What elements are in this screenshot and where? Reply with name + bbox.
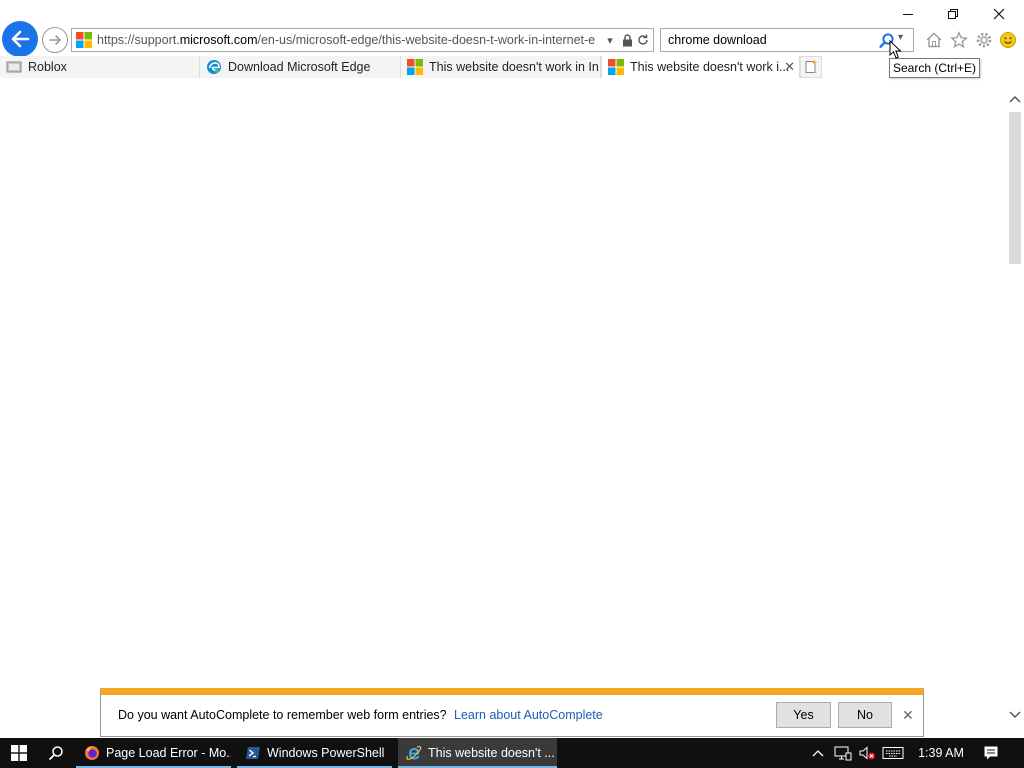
firefox-icon — [85, 746, 99, 760]
arrow-left-icon — [11, 30, 30, 48]
tools-button[interactable] — [973, 29, 995, 51]
search-box[interactable]: chrome download ▾ — [660, 28, 914, 52]
microsoft-logo-icon — [608, 59, 624, 75]
star-icon — [950, 31, 968, 49]
keyboard-button[interactable] — [880, 738, 906, 768]
vertical-scrollbar[interactable] — [1006, 88, 1024, 726]
tab-website-doesnt-work-2[interactable]: This website doesn't work i... ✕ — [601, 56, 800, 78]
scroll-up-icon[interactable] — [1009, 92, 1021, 106]
powershell-icon — [246, 747, 260, 759]
arrow-right-icon — [49, 35, 61, 45]
microsoft-logo-icon — [76, 32, 92, 48]
new-tab-icon — [805, 60, 818, 73]
start-button[interactable] — [0, 738, 38, 768]
windows-logo-icon — [11, 745, 27, 761]
mouse-cursor-icon — [889, 40, 902, 59]
address-bar[interactable]: https://support.microsoft.com/en-us/micr… — [71, 28, 654, 52]
action-center-button[interactable] — [978, 738, 1004, 768]
clock[interactable]: 1:39 AM — [910, 738, 972, 768]
learn-autocomplete-link[interactable]: Learn about AutoComplete — [454, 708, 603, 722]
volume-muted-icon — [859, 746, 875, 760]
address-dropdown-icon[interactable]: ▾ — [603, 32, 617, 48]
scroll-down-icon[interactable] — [1009, 708, 1021, 722]
minimize-button[interactable] — [893, 2, 923, 26]
refresh-icon[interactable] — [636, 32, 650, 48]
notification-icon — [984, 746, 998, 760]
tab-label: This website doesn't work in In... — [429, 60, 601, 74]
forward-button[interactable] — [42, 27, 68, 53]
home-button[interactable] — [923, 29, 945, 51]
search-tooltip: Search (Ctrl+E) — [889, 58, 980, 78]
taskbar-app-label: Windows PowerShell — [267, 746, 385, 760]
page-content — [0, 78, 1006, 738]
tab-download-edge[interactable]: Download Microsoft Edge — [200, 56, 401, 78]
favorites-button[interactable] — [948, 29, 970, 51]
tab-strip: Roblox Download Microsoft Edge This webs… — [0, 56, 1024, 78]
taskbar-app-internet-explorer[interactable]: This website doesn't ... — [398, 738, 557, 768]
browser-toolbar: https://support.microsoft.com/en-us/micr… — [0, 0, 1024, 57]
taskbar-app-label: This website doesn't ... — [428, 746, 555, 760]
smiley-icon — [1000, 32, 1016, 48]
tab-label: Download Microsoft Edge — [228, 60, 371, 74]
tab-label: Roblox — [28, 60, 67, 74]
chevron-up-icon — [812, 750, 824, 757]
no-button[interactable]: No — [838, 702, 892, 728]
scrollbar-thumb[interactable] — [1009, 112, 1021, 264]
close-notification-icon[interactable]: ✕ — [902, 707, 914, 724]
taskbar-app-firefox[interactable]: Page Load Error - Mo... — [76, 738, 231, 768]
url-text: https://support.microsoft.com/en-us/micr… — [97, 33, 596, 47]
network-icon — [834, 746, 852, 761]
taskbar-app-label: Page Load Error - Mo... — [106, 746, 231, 760]
close-window-button[interactable] — [984, 2, 1014, 26]
autocomplete-notification: Do you want AutoComplete to remember web… — [100, 688, 924, 737]
new-tab-button[interactable] — [800, 56, 822, 78]
volume-button[interactable] — [856, 738, 878, 768]
microsoft-logo-icon — [407, 59, 423, 75]
tab-website-doesnt-work-1[interactable]: This website doesn't work in In... — [401, 56, 601, 78]
close-icon — [993, 8, 1005, 20]
taskbar: Page Load Error - Mo... Windows PowerShe… — [0, 738, 1024, 768]
yes-button[interactable]: Yes — [776, 702, 831, 728]
keyboard-icon — [882, 747, 904, 759]
roblox-icon — [6, 61, 22, 73]
internet-explorer-icon — [406, 746, 422, 760]
taskbar-app-powershell[interactable]: Windows PowerShell — [237, 738, 392, 768]
restore-button[interactable] — [938, 2, 968, 26]
search-input[interactable]: chrome download — [668, 33, 767, 47]
taskbar-search-button[interactable] — [38, 738, 74, 768]
notification-message: Do you want AutoComplete to remember web… — [118, 708, 447, 722]
network-button[interactable] — [832, 738, 854, 768]
back-button[interactable] — [2, 21, 38, 57]
edge-icon — [207, 60, 221, 74]
tab-label: This website doesn't work i... — [630, 60, 790, 74]
feedback-button[interactable] — [997, 29, 1019, 51]
minimize-icon — [903, 14, 913, 15]
search-icon — [48, 746, 63, 761]
gear-icon — [976, 32, 992, 48]
lock-icon[interactable] — [620, 32, 634, 48]
show-hidden-icons-button[interactable] — [808, 738, 828, 768]
restore-icon — [948, 9, 958, 19]
close-tab-icon[interactable]: ✕ — [784, 59, 795, 75]
tab-roblox[interactable]: Roblox — [0, 56, 200, 78]
home-icon — [926, 32, 942, 48]
